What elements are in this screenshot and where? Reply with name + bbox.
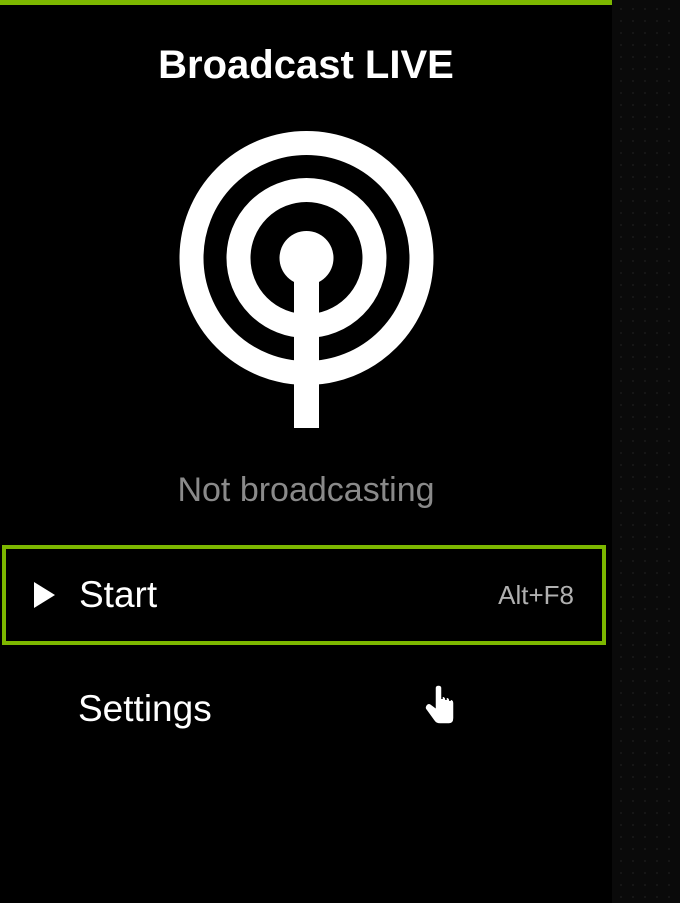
play-icon <box>34 582 79 608</box>
broadcast-panel: Broadcast LIVE Not broadcasting Start Al… <box>0 0 612 903</box>
broadcast-status: Not broadcasting <box>0 443 612 545</box>
right-texture-strip <box>612 0 680 903</box>
broadcast-icon-container <box>0 108 612 443</box>
start-label: Start <box>79 574 498 616</box>
start-button[interactable]: Start Alt+F8 <box>2 545 606 645</box>
panel-title: Broadcast LIVE <box>0 5 612 108</box>
start-shortcut: Alt+F8 <box>498 580 574 611</box>
settings-button[interactable]: Settings <box>0 659 612 759</box>
broadcast-icon <box>179 128 434 433</box>
settings-label: Settings <box>78 688 584 730</box>
